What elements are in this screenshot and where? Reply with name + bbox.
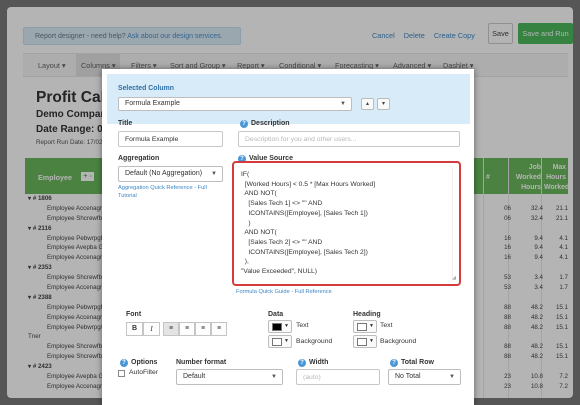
value-source-editor[interactable]: IF( [Worked Hours] < 0.5 * [Max Hours Wo…	[232, 161, 461, 286]
no-color-icon	[357, 323, 367, 331]
aggregation-select[interactable]: Default (No Aggregation) ▼	[118, 166, 223, 182]
italic-button[interactable]: I	[143, 322, 160, 336]
description-label: ? Description	[240, 120, 290, 128]
heading-text-color-picker[interactable]: ▼	[353, 320, 377, 333]
width-input[interactable]: (auto)	[296, 369, 380, 385]
options-label: ? Options	[120, 359, 157, 367]
chevron-down-icon: ▼	[211, 171, 217, 177]
selected-column-label: Selected Column	[118, 85, 174, 92]
autofilter-label: AutoFilter	[129, 369, 159, 376]
width-label: ? Width	[298, 359, 328, 367]
move-up-button[interactable]: ▴	[361, 98, 374, 110]
chevron-down-icon: ▼	[369, 323, 374, 329]
heading-style-label: Heading	[353, 311, 381, 318]
selected-column-panel: Selected Column Formula Example ▼ ▴ ▾	[107, 74, 470, 124]
selected-column-select[interactable]: Formula Example ▼	[118, 97, 352, 111]
total-row-select[interactable]: No Total ▼	[388, 369, 461, 385]
resize-grip-icon[interactable]: ◢	[452, 275, 456, 281]
formula-reference-link[interactable]: Formula Quick Guide - Full Reference	[236, 288, 332, 296]
help-icon[interactable]: ?	[298, 359, 306, 367]
heading-text-label: Text	[380, 322, 393, 329]
chevron-down-icon: ▼	[449, 374, 455, 380]
data-style-label: Data	[268, 311, 284, 318]
data-background-color-picker[interactable]: ▼	[268, 335, 292, 348]
font-label: Font	[126, 311, 142, 318]
help-icon[interactable]: ?	[240, 120, 248, 128]
align-right-button[interactable]: ≡	[211, 322, 227, 336]
data-text-label: Text	[296, 322, 309, 329]
align-left-button[interactable]: ≡	[179, 322, 195, 336]
chevron-down-icon: ▼	[284, 338, 289, 344]
chevron-down-icon: ▼	[284, 323, 289, 329]
chevron-down-icon: ▼	[340, 101, 346, 107]
heading-background-color-picker[interactable]: ▼	[353, 335, 377, 348]
formula-code[interactable]: IF( [Worked Hours] < 0.5 * [Max Hours Wo…	[241, 170, 375, 277]
aggregation-reference-link[interactable]: Aggregation Quick Reference - Full Tutor…	[118, 184, 223, 200]
title-label: Title	[118, 120, 133, 127]
help-icon[interactable]: ?	[390, 359, 398, 367]
number-format-select[interactable]: Default ▼	[176, 369, 283, 385]
title-input[interactable]: Formula Example	[118, 131, 223, 147]
heading-background-label: Background	[380, 338, 417, 345]
data-text-color-picker[interactable]: ▼	[268, 320, 292, 333]
chevron-down-icon: ▼	[271, 374, 277, 380]
description-input[interactable]: Description for you and other users...	[238, 131, 460, 147]
number-format-label: Number format	[176, 359, 227, 366]
no-color-icon	[357, 338, 367, 346]
color-swatch	[272, 323, 282, 331]
data-background-label: Background	[296, 338, 333, 345]
total-row-label: ? Total Row	[390, 359, 434, 367]
autofilter-checkbox[interactable]	[118, 370, 125, 377]
chevron-down-icon: ▼	[369, 338, 374, 344]
color-swatch	[272, 338, 282, 346]
align-center-button[interactable]: ≡	[195, 322, 211, 336]
aggregation-label: Aggregation	[118, 155, 160, 162]
align-default-button[interactable]: ≡	[163, 322, 179, 336]
bold-button[interactable]: B	[126, 322, 143, 336]
help-icon[interactable]: ?	[120, 359, 128, 367]
editor-scrollbar[interactable]	[452, 166, 457, 281]
move-down-button[interactable]: ▾	[377, 98, 390, 110]
column-editor-dialog: Selected Column Formula Example ▼ ▴ ▾ Ti…	[102, 69, 474, 405]
